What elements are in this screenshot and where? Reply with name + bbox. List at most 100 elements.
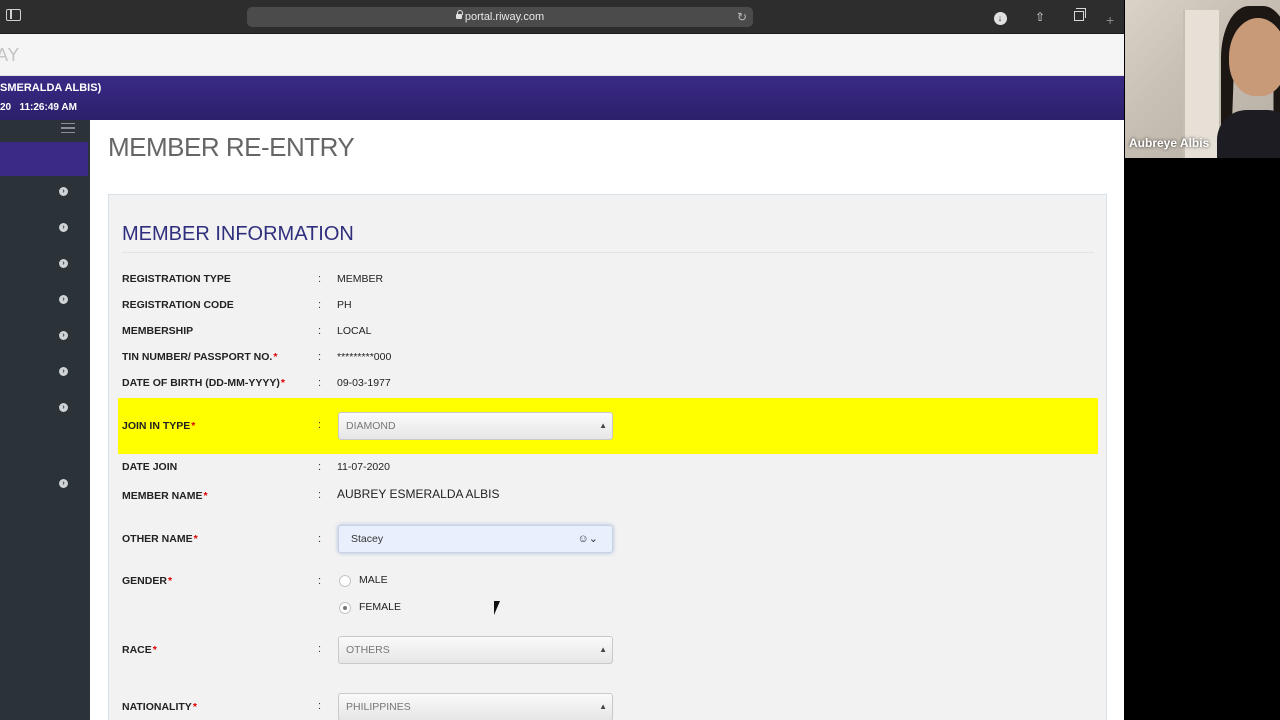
member-name-label-text: MEMBER NAME <box>122 490 203 502</box>
registration-type-value: MEMBER <box>337 273 384 285</box>
sidebar-item[interactable]: › <box>0 467 88 501</box>
gender-male-radio[interactable] <box>339 575 351 587</box>
autofill-contact-icon[interactable]: ☺⌄ <box>578 526 598 552</box>
sidebar-item[interactable]: › <box>0 319 88 353</box>
nationality-label-text: NATIONALITY <box>122 701 192 713</box>
colon: : <box>318 351 322 363</box>
tabs-button[interactable] <box>1065 7 1093 27</box>
dob-label: DATE OF BIRTH (DD-MM-YYYY)* <box>122 377 285 389</box>
sidebar-item[interactable]: › <box>0 355 88 389</box>
tin-number-label-text: TIN NUMBER/ PASSPORT NO. <box>122 351 273 363</box>
member-name-label: MEMBER NAME* <box>122 490 208 502</box>
download-button[interactable]: ↓ <box>986 7 1014 27</box>
chevron-right-icon: › <box>59 259 68 268</box>
tin-number-value: *********000 <box>337 351 392 363</box>
nationality-select[interactable]: PHILIPPINES ▲ <box>338 693 613 720</box>
colon: : <box>318 700 322 712</box>
url-text: portal.riway.com <box>464 11 545 23</box>
section-title: MEMBER INFORMATION <box>122 223 354 245</box>
login-datetime: 20 11:26:49 AM <box>0 102 77 113</box>
gender-female-radio[interactable] <box>339 602 351 614</box>
new-tab-icon[interactable]: + <box>1106 12 1114 28</box>
colon: : <box>318 533 322 545</box>
race-value: OTHERS <box>346 644 390 656</box>
chevron-right-icon: › <box>59 187 68 196</box>
gender-label-text: GENDER <box>122 575 167 587</box>
colon: : <box>318 299 322 311</box>
required-mark: * <box>191 420 196 432</box>
tabs-icon <box>1074 8 1086 21</box>
registration-code-label: REGISTRATION CODE <box>122 299 234 311</box>
gender-female-label: FEMALE <box>359 601 402 613</box>
colon: : <box>318 325 322 337</box>
screen: portal.riway.com ↻ ↓ ⇧ AY SMERALDA ALBIS… <box>0 0 1280 720</box>
required-mark: * <box>280 377 285 389</box>
sidebar-item[interactable]: › <box>0 283 88 317</box>
share-button[interactable]: ⇧ <box>1026 7 1054 27</box>
other-name-label: OTHER NAME* <box>122 533 198 545</box>
select-arrows-icon: ▲ <box>599 702 607 711</box>
chevron-right-icon: › <box>59 479 68 488</box>
required-mark: * <box>203 490 208 502</box>
colon: : <box>318 377 322 389</box>
participant-name: Aubreye Albis <box>1129 136 1210 150</box>
colon: : <box>318 461 322 473</box>
required-mark: * <box>193 533 198 545</box>
reload-icon[interactable]: ↻ <box>737 7 747 27</box>
dob-label-text: DATE OF BIRTH (DD-MM-YYYY) <box>122 377 280 389</box>
row-join-in-type: JOIN IN TYPE* : DIAMOND ▲ <box>118 398 1098 454</box>
sidebar-item[interactable]: › <box>0 391 88 425</box>
join-in-type-select[interactable]: DIAMOND ▲ <box>338 412 613 440</box>
browser-window: portal.riway.com ↻ ↓ ⇧ AY SMERALDA ALBIS… <box>0 0 1124 720</box>
menu-icon[interactable] <box>61 123 75 133</box>
other-name-value: Stacey <box>351 533 384 545</box>
member-name-value: AUBREY ESMERALDA ALBIS <box>337 487 500 501</box>
sidebar-item-active[interactable] <box>0 142 88 176</box>
mouse-cursor-icon <box>494 601 506 615</box>
nationality-label: NATIONALITY* <box>122 701 197 713</box>
divider <box>122 252 1094 253</box>
sidebar-item[interactable]: › <box>0 247 88 281</box>
tin-number-label: TIN NUMBER/ PASSPORT NO.* <box>122 351 277 363</box>
chevron-right-icon: › <box>59 403 68 412</box>
lock-icon <box>455 10 463 19</box>
colon: : <box>318 489 322 501</box>
user-bar: SMERALDA ALBIS) 20 11:26:49 AM <box>0 76 1124 120</box>
page-title: MEMBER RE-ENTRY <box>108 132 355 162</box>
date-join-value: 11-07-2020 <box>337 461 390 473</box>
share-icon: ⇧ <box>1034 10 1046 24</box>
registration-type-label: REGISTRATION TYPE <box>122 273 231 285</box>
colon: : <box>318 643 322 655</box>
race-select[interactable]: OTHERS ▲ <box>338 636 613 664</box>
download-icon: ↓ <box>993 12 1007 25</box>
membership-value: LOCAL <box>337 325 372 337</box>
participant-face <box>1229 18 1280 96</box>
video-tile <box>1125 0 1280 158</box>
nationality-value: PHILIPPINES <box>346 701 411 713</box>
sidebar-item[interactable]: › <box>0 211 88 245</box>
required-mark: * <box>273 351 278 363</box>
chevron-right-icon: › <box>59 223 68 232</box>
browser-toolbar: portal.riway.com ↻ ↓ ⇧ <box>0 0 1124 34</box>
sidebar-toggle-icon[interactable] <box>6 9 21 21</box>
sidebar-item[interactable]: › <box>0 175 88 209</box>
required-mark: * <box>152 644 157 656</box>
chevron-right-icon: › <box>59 367 68 376</box>
chevron-right-icon: › <box>59 331 68 340</box>
gender-male-label: MALE <box>359 574 388 586</box>
required-mark: * <box>167 575 173 587</box>
address-bar[interactable]: portal.riway.com ↻ <box>247 7 753 27</box>
participant-body <box>1217 110 1280 158</box>
gender-label: GENDER* <box>122 575 172 587</box>
required-mark: * <box>192 701 197 713</box>
join-in-type-label-text: JOIN IN TYPE <box>122 420 191 432</box>
user-name: SMERALDA ALBIS) <box>0 82 102 94</box>
race-label-text: RACE <box>122 644 152 656</box>
member-info-panel: MEMBER INFORMATION REGISTRATION TYPE : M… <box>108 194 1107 720</box>
main-content: MEMBER RE-ENTRY MEMBER INFORMATION REGIS… <box>90 120 1124 720</box>
colon: : <box>318 419 322 431</box>
site-header: AY <box>0 34 1124 76</box>
membership-label: MEMBERSHIP <box>122 325 194 337</box>
join-in-type-value: DIAMOND <box>346 420 396 432</box>
other-name-input[interactable]: Stacey ☺⌄ <box>338 525 613 553</box>
